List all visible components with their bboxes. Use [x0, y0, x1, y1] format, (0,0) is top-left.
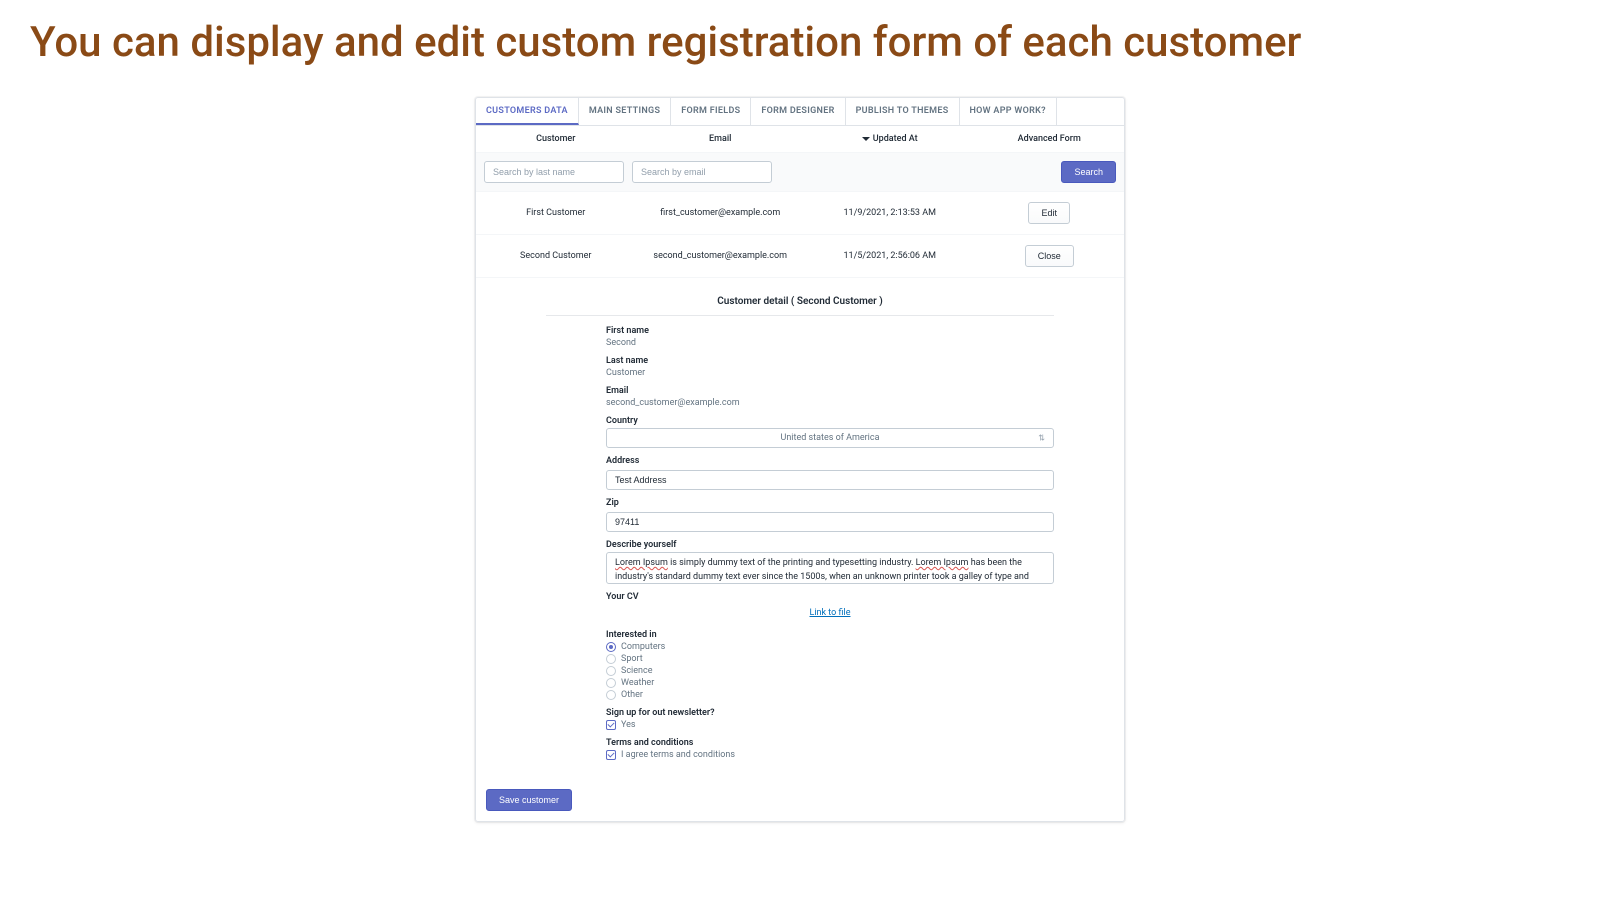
table-header: Customer Email Updated At Advanced Form — [476, 126, 1124, 153]
first-name-label: First name — [606, 326, 1054, 336]
cell-customer: First Customer — [476, 208, 636, 218]
close-button[interactable]: Close — [1025, 245, 1074, 267]
radio-icon — [606, 654, 616, 664]
radio-icon — [606, 678, 616, 688]
col-advanced-form: Advanced Form — [974, 134, 1124, 144]
last-name-value: Customer — [606, 368, 1054, 378]
col-customer[interactable]: Customer — [476, 134, 636, 144]
cell-updated: 11/5/2021, 2:56:06 AM — [805, 251, 974, 261]
interest-option[interactable]: Weather — [606, 678, 1054, 688]
detail-title: Customer detail ( Second Customer ) — [546, 288, 1054, 316]
field-terms: Terms and conditions I agree terms and c… — [606, 738, 1054, 760]
interest-option[interactable]: Computers — [606, 642, 1054, 652]
country-label: Country — [606, 416, 1054, 426]
search-lastname-input[interactable] — [484, 161, 624, 183]
address-label: Address — [606, 456, 1054, 466]
terms-label: Terms and conditions — [606, 738, 1054, 748]
search-row: Search — [476, 153, 1124, 192]
describe-textarea[interactable]: Lorem Ipsum is simply dummy text of the … — [606, 552, 1054, 584]
tab-form-designer[interactable]: FORM DESIGNER — [751, 98, 845, 125]
radio-icon — [606, 642, 616, 652]
cv-link[interactable]: Link to file — [606, 604, 1054, 622]
field-newsletter: Sign up for out newsletter? Yes — [606, 708, 1054, 730]
page-headline: You can display and edit custom registra… — [0, 0, 1600, 97]
zip-label: Zip — [606, 498, 1054, 508]
search-button[interactable]: Search — [1061, 161, 1116, 183]
terms-checkbox[interactable]: I agree terms and conditions — [606, 750, 1054, 760]
field-zip: Zip — [606, 498, 1054, 532]
email-label: Email — [606, 386, 1054, 396]
cell-email: second_customer@example.com — [636, 251, 805, 261]
describe-label: Describe yourself — [606, 540, 1054, 550]
col-updated[interactable]: Updated At — [805, 134, 974, 144]
cell-action: Close — [974, 245, 1124, 267]
field-first-name: First name Second — [606, 326, 1054, 348]
tabs-bar: CUSTOMERS DATA MAIN SETTINGS FORM FIELDS… — [476, 98, 1124, 126]
checkbox-icon — [606, 750, 616, 760]
tab-customers-data[interactable]: CUSTOMERS DATA — [476, 98, 579, 125]
newsletter-label: Sign up for out newsletter? — [606, 708, 1054, 718]
select-updown-icon: ⇅ — [1038, 434, 1045, 443]
tab-how-app-work[interactable]: HOW APP WORK? — [960, 98, 1057, 125]
describe-spellcheck-1: Lorem Ipsum — [615, 558, 668, 568]
cell-email: first_customer@example.com — [636, 208, 805, 218]
table-row: Second Customer second_customer@example.… — [476, 235, 1124, 278]
interest-option[interactable]: Sport — [606, 654, 1054, 664]
cv-label: Your CV — [606, 592, 1054, 602]
country-select-value: United states of America — [781, 433, 880, 443]
radio-icon — [606, 690, 616, 700]
table-row: First Customer first_customer@example.co… — [476, 192, 1124, 235]
cell-action: Edit — [974, 202, 1124, 224]
customer-detail-panel: Customer detail ( Second Customer ) Firs… — [476, 278, 1124, 778]
tab-main-settings[interactable]: MAIN SETTINGS — [579, 98, 671, 125]
search-email-input[interactable] — [632, 161, 772, 183]
edit-button[interactable]: Edit — [1028, 202, 1070, 224]
email-value: second_customer@example.com — [606, 398, 1054, 408]
interested-label: Interested in — [606, 630, 1054, 640]
field-address: Address — [606, 456, 1054, 490]
field-interested: Interested in Computers Sport Science We… — [606, 630, 1054, 700]
interest-option[interactable]: Other — [606, 690, 1054, 700]
save-row: Save customer — [476, 778, 1124, 821]
interest-option[interactable]: Science — [606, 666, 1054, 676]
field-cv: Your CV Link to file — [606, 592, 1054, 622]
describe-spellcheck-2: Lorem Ipsum — [916, 558, 969, 568]
tab-form-fields[interactable]: FORM FIELDS — [671, 98, 751, 125]
cell-updated: 11/9/2021, 2:13:53 AM — [805, 208, 974, 218]
zip-input[interactable] — [606, 512, 1054, 532]
field-country: Country United states of America ⇅ — [606, 416, 1054, 448]
tab-publish-themes[interactable]: PUBLISH TO THEMES — [846, 98, 960, 125]
col-updated-label: Updated At — [873, 134, 918, 144]
cell-customer: Second Customer — [476, 251, 636, 261]
newsletter-checkbox[interactable]: Yes — [606, 720, 1054, 730]
app-panel: CUSTOMERS DATA MAIN SETTINGS FORM FIELDS… — [475, 97, 1125, 822]
checkbox-icon — [606, 720, 616, 730]
first-name-value: Second — [606, 338, 1054, 348]
field-last-name: Last name Customer — [606, 356, 1054, 378]
col-email[interactable]: Email — [636, 134, 805, 144]
sort-desc-icon — [862, 137, 870, 141]
last-name-label: Last name — [606, 356, 1054, 366]
field-email: Email second_customer@example.com — [606, 386, 1054, 408]
country-select[interactable]: United states of America ⇅ — [606, 428, 1054, 448]
radio-icon — [606, 666, 616, 676]
address-input[interactable] — [606, 470, 1054, 490]
field-describe: Describe yourself Lorem Ipsum is simply … — [606, 540, 1054, 584]
save-customer-button[interactable]: Save customer — [486, 789, 572, 811]
